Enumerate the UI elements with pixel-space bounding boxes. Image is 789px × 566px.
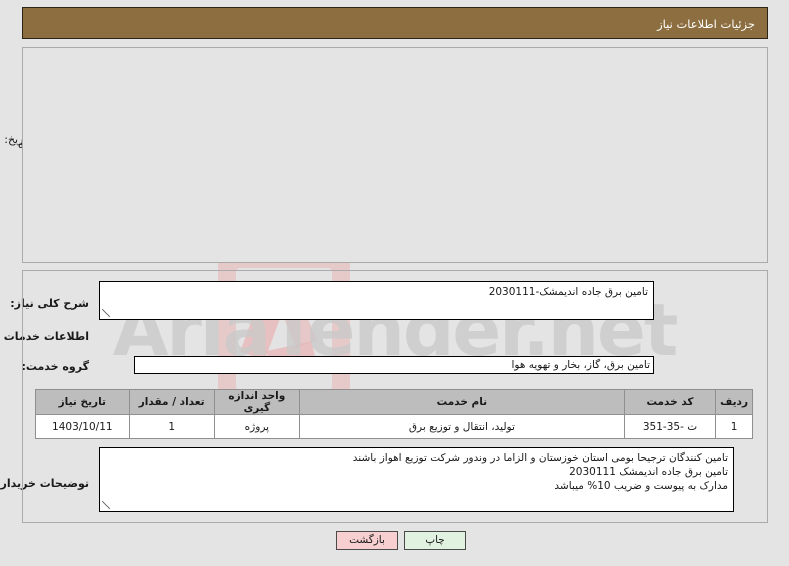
need-info-panel (22, 47, 768, 263)
col-header-need-date: تاریخ نیاز (35, 389, 130, 415)
table-header-row: ردیف کد خدمت نام خدمت واحد اندازه گیری ت… (35, 389, 753, 415)
col-header-quantity: تعداد / مقدار (128, 389, 215, 415)
cell-need-date: 1403/10/11 (35, 414, 130, 439)
col-header-radif: ردیف (715, 389, 753, 415)
back-button[interactable]: بازگشت (336, 531, 398, 550)
table-row: 1 ت -35-351 تولید، انتقال و توزیع برق پر… (35, 414, 753, 439)
col-header-service-name: نام خدمت (298, 389, 625, 415)
services-table: ردیف کد خدمت نام خدمت واحد اندازه گیری ت… (35, 389, 753, 439)
col-header-unit: واحد اندازه گیری (213, 389, 300, 415)
page-root: AriaTender.net جزئیات اطلاعات نیاز شماره… (0, 0, 789, 566)
cell-unit: پروژه (213, 414, 300, 439)
page-header-bar: جزئیات اطلاعات نیاز (22, 7, 768, 39)
cell-quantity: 1 (128, 414, 215, 439)
page-title: جزئیات اطلاعات نیاز (657, 17, 755, 31)
cell-service-code: ت -35-351 (623, 414, 717, 439)
col-header-service-code: کد خدمت (623, 389, 717, 415)
cell-service-name: تولید، انتقال و توزیع برق (298, 414, 625, 439)
cell-radif: 1 (715, 414, 753, 439)
print-button[interactable]: چاپ (404, 531, 466, 550)
